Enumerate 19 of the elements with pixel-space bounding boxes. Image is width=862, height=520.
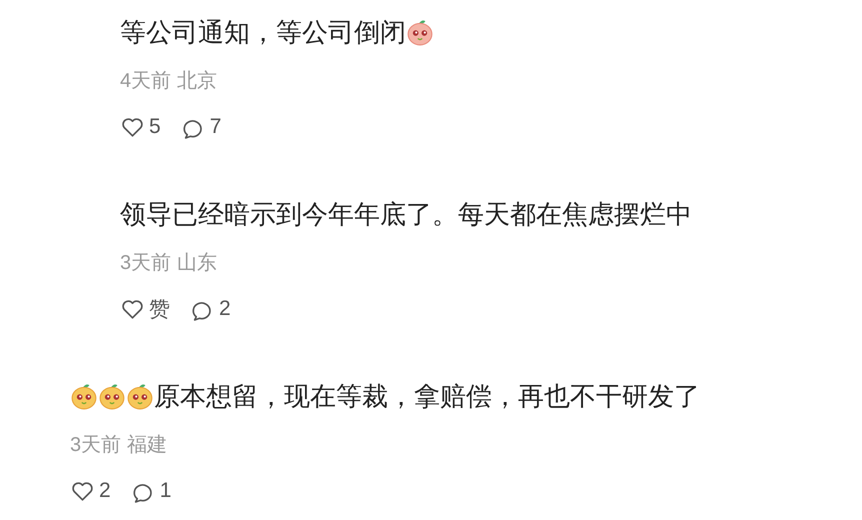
- comment-time: 3天前: [70, 433, 122, 458]
- comment-text: 等公司通知，等公司倒闭: [120, 16, 406, 48]
- peach-emoji-icon: [406, 18, 434, 46]
- comment-text: 原本想留，现在等裁，拿赔偿，再也不干研发了: [154, 380, 700, 412]
- mango-emoji-icon: [98, 382, 126, 410]
- comment-time: 4天前: [120, 69, 172, 94]
- mango-emoji-icon: [126, 382, 154, 410]
- like-count[interactable]: 5: [149, 115, 161, 139]
- reply-count[interactable]: 1: [160, 479, 172, 503]
- comment-time: 3天前: [120, 251, 172, 276]
- reply-count[interactable]: 2: [219, 297, 231, 321]
- comment-location: 北京: [177, 69, 218, 94]
- comment-text: 领导已经暗示到今年年底了。每天都在焦虑摆烂中: [120, 198, 692, 230]
- like-count[interactable]: 赞: [149, 295, 170, 323]
- comment-location: 福建: [127, 433, 168, 458]
- comment-location: 山东: [177, 251, 218, 276]
- mango-emoji-icon: [70, 382, 98, 410]
- reply-count[interactable]: 7: [210, 115, 222, 139]
- like-count[interactable]: 2: [99, 479, 111, 503]
